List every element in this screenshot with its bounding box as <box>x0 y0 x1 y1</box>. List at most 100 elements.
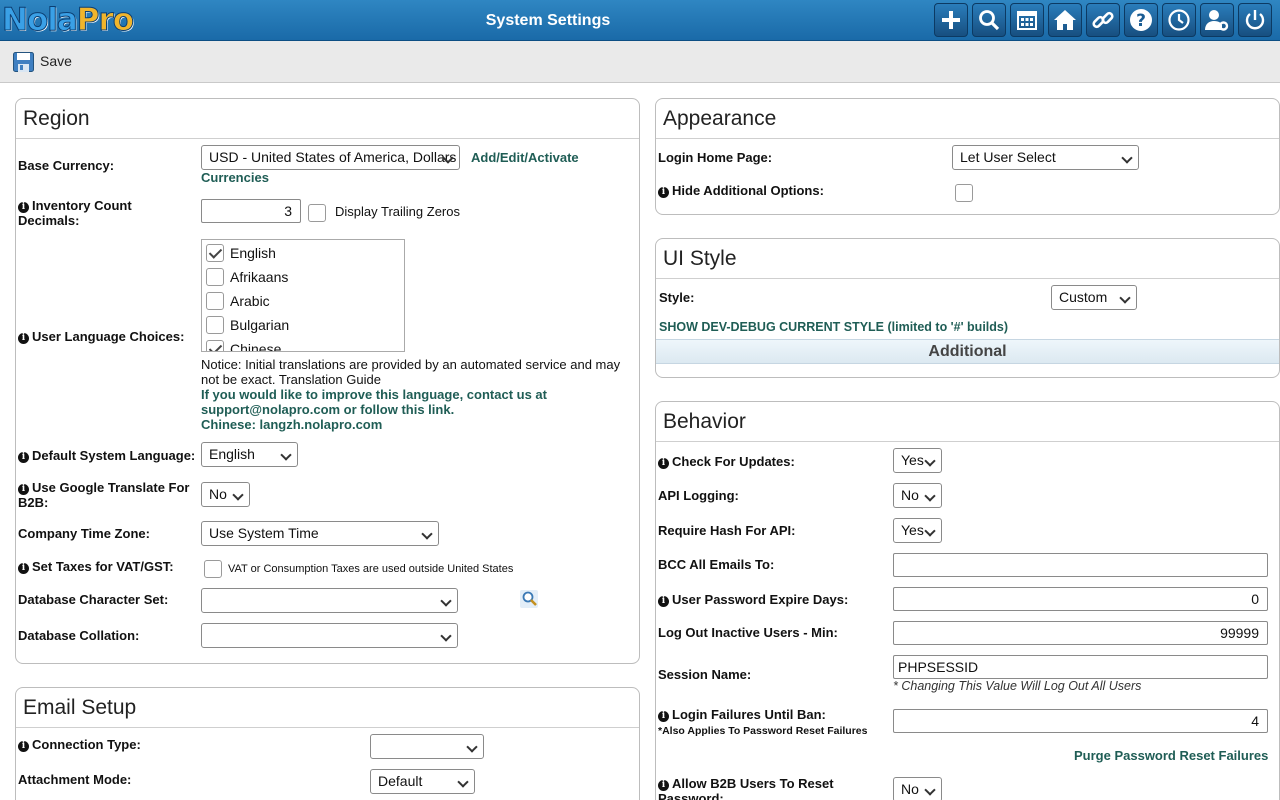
connection-type-select[interactable] <box>370 734 484 759</box>
attachment-mode-label: Attachment Mode: <box>18 772 132 787</box>
info-icon[interactable]: i <box>18 563 29 574</box>
search-button[interactable] <box>972 3 1006 37</box>
currencies-link-line1[interactable]: Add/Edit/Activate <box>471 150 579 165</box>
language-item-chinese[interactable]: Chinese <box>202 337 402 351</box>
info-icon[interactable]: i <box>18 484 29 495</box>
b2b-reset-label-2: Password: <box>658 791 724 800</box>
inventory-decimals-label-2: Decimals: <box>18 213 80 228</box>
language-checkbox[interactable] <box>206 340 224 351</box>
collation-select[interactable] <box>201 623 458 648</box>
bcc-emails-label: BCC All Emails To: <box>658 557 775 572</box>
b2b-reset-label: i Allow B2B Users To Reset <box>658 776 834 791</box>
vat-checkbox[interactable] <box>204 560 222 578</box>
session-name-note: * Changing This Value Will Log Out All U… <box>893 679 1142 693</box>
svg-text:?: ? <box>1136 11 1146 31</box>
behavior-title: Behavior <box>656 402 1279 442</box>
user-language-label: i User Language Choices: <box>18 329 184 344</box>
info-icon[interactable]: i <box>18 741 29 752</box>
dev-debug-style-link[interactable]: SHOW DEV-DEBUG CURRENT STYLE (limited to… <box>659 320 1008 335</box>
email-setup-title: Email Setup <box>16 688 639 728</box>
trailing-zeros-label: Display Trailing Zeros <box>335 204 460 219</box>
login-home-select[interactable]: Let User Select <box>952 145 1139 170</box>
clock-icon <box>1168 9 1190 31</box>
user-settings-button[interactable] <box>1200 3 1234 37</box>
logout-button[interactable] <box>1238 3 1272 37</box>
page-title: System Settings <box>485 12 611 29</box>
currencies-link-line2[interactable]: Currencies <box>201 170 269 185</box>
check-updates-select[interactable]: Yes <box>893 448 942 473</box>
charset-select[interactable] <box>201 588 458 613</box>
top-bar: NolaPro System Settings ? <box>0 0 1280 41</box>
translation-notice-2: not be exact. Translation Guide <box>201 372 381 387</box>
language-item-afrikaans[interactable]: Afrikaans <box>202 265 402 289</box>
info-icon[interactable]: i <box>658 596 669 607</box>
api-logging-select[interactable]: No <box>893 483 942 508</box>
b2b-reset-select[interactable]: No <box>893 777 942 800</box>
link-icon <box>1092 11 1114 29</box>
home-button[interactable] <box>1048 3 1082 37</box>
info-icon[interactable]: i <box>658 780 669 791</box>
base-currency-select[interactable]: USD - United States of America, Dollars <box>201 145 460 170</box>
trailing-zeros-checkbox[interactable] <box>308 204 326 222</box>
info-icon[interactable]: i <box>658 187 669 198</box>
inventory-decimals-label: i Inventory Count <box>18 198 132 213</box>
session-name-input[interactable]: PHPSESSID <box>893 655 1268 679</box>
floppy-save-icon[interactable] <box>13 52 34 72</box>
additional-section-header[interactable]: Additional <box>656 339 1279 364</box>
logout-inactive-input[interactable]: 99999 <box>893 621 1268 645</box>
default-language-select[interactable]: English <box>201 442 298 467</box>
info-icon[interactable]: i <box>18 452 29 463</box>
vat-note: VAT or Consumption Taxes are used outsid… <box>228 563 514 575</box>
add-button[interactable] <box>934 3 968 37</box>
google-translate-label: i Use Google Translate For <box>18 480 190 495</box>
improve-language-link[interactable]: support@nolapro.com or follow this link. <box>201 402 454 417</box>
language-checkbox[interactable] <box>206 292 224 310</box>
calendar-button[interactable] <box>1010 3 1044 37</box>
inventory-decimals-input[interactable]: 3 <box>201 199 301 223</box>
user-settings-icon <box>1205 10 1229 31</box>
search-icon <box>979 10 1000 31</box>
language-name: English <box>230 245 276 261</box>
api-logging-label: API Logging: <box>658 488 739 503</box>
info-icon[interactable]: i <box>18 333 29 344</box>
password-expire-input[interactable]: 0 <box>893 587 1268 611</box>
link-button[interactable] <box>1086 3 1120 37</box>
check-updates-label: i Check For Updates: <box>658 454 795 469</box>
ui-style-panel: UI Style Additional <box>655 238 1280 378</box>
plus-icon <box>942 11 960 29</box>
language-checkbox[interactable] <box>206 316 224 334</box>
action-toolbar <box>0 41 1280 83</box>
time-zone-select[interactable]: Use System Time <box>201 521 439 546</box>
connection-type-label: i Connection Type: <box>18 737 141 752</box>
language-checkbox[interactable] <box>206 244 224 262</box>
purge-reset-failures-link[interactable]: Purge Password Reset Failures <box>1074 748 1268 763</box>
language-item-english[interactable]: English <box>202 241 402 265</box>
google-translate-select[interactable]: No <box>201 482 250 507</box>
bcc-emails-input[interactable] <box>893 553 1268 577</box>
calendar-icon <box>1017 11 1037 30</box>
translation-notice-1: Notice: Initial translations are provide… <box>201 357 621 372</box>
info-icon[interactable]: i <box>658 458 669 469</box>
hide-options-checkbox[interactable] <box>955 184 973 202</box>
chinese-language-link[interactable]: Chinese: langzh.nolapro.com <box>201 417 382 432</box>
style-select[interactable]: Custom <box>1051 285 1137 310</box>
ui-style-title: UI Style <box>656 239 1279 279</box>
attachment-mode-select[interactable]: Default <box>370 769 475 794</box>
language-name: Arabic <box>230 293 270 309</box>
clock-button[interactable] <box>1162 3 1196 37</box>
magnifier-lookup-icon[interactable] <box>520 590 538 608</box>
login-home-label: Login Home Page: <box>658 150 773 165</box>
language-checkbox[interactable] <box>206 268 224 286</box>
save-button[interactable]: Save <box>40 53 72 69</box>
language-item-bulgarian[interactable]: Bulgarian <box>202 313 402 337</box>
login-failures-input[interactable]: 4 <box>893 709 1268 733</box>
info-icon[interactable]: i <box>658 711 669 722</box>
login-failures-label: i Login Failures Until Ban: <box>658 707 826 722</box>
language-item-arabic[interactable]: Arabic <box>202 289 402 313</box>
language-list[interactable]: English Afrikaans Arabic Bulgarian Chine… <box>201 239 405 352</box>
help-button[interactable]: ? <box>1124 3 1158 37</box>
require-hash-select[interactable]: Yes <box>893 518 942 543</box>
collation-label: Database Collation: <box>18 628 140 643</box>
info-icon[interactable]: i <box>18 202 29 213</box>
base-currency-label: Base Currency: <box>18 158 115 173</box>
